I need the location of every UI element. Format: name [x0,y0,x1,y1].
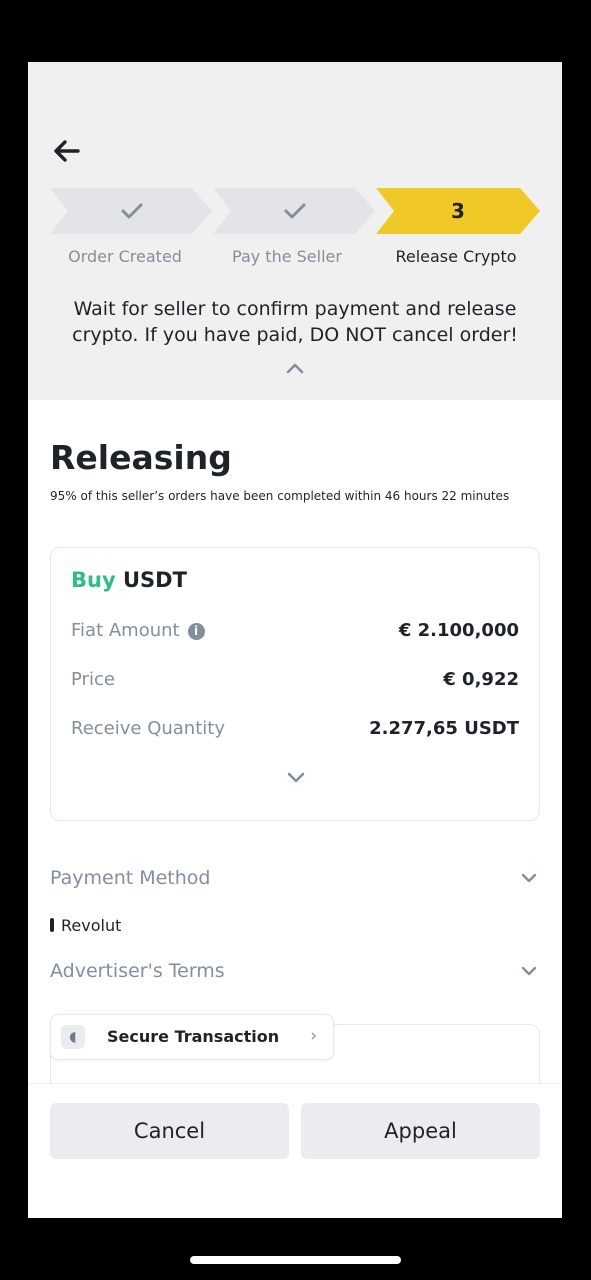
fiat-amount-row: Fiat Amount i € 2.100,000 [71,620,519,646]
receive-quantity-row: Receive Quantity 2.277,65 USDT [71,718,519,744]
order-screen: 3 Order Created Pay the Seller Release C… [28,62,562,1218]
step-label-order-created: Order Created [68,247,182,266]
step-release-crypto: 3 [376,188,540,234]
step-pay-seller [213,188,375,234]
advertiser-terms-label: Advertiser's Terms [50,960,225,982]
status-title: Releasing [50,438,232,477]
price-row: Price € 0,922 [71,669,519,695]
step-progress: 3 [50,188,540,236]
row-label: Fiat Amount i [71,620,205,641]
row-label: Price [71,669,115,690]
step-number: 3 [451,199,465,223]
step-order-created [50,188,212,234]
chevron-down-icon[interactable] [520,966,538,977]
secure-transaction-label: Secure Transaction [107,1027,280,1046]
chevron-right-icon: › [310,1026,317,1046]
order-heading: Buy USDT [71,568,187,592]
secure-transaction-link[interactable]: ◖ Secure Transaction › [50,1014,334,1060]
payment-method-name: Revolut [61,916,122,935]
row-label: Receive Quantity [71,718,225,739]
info-icon[interactable]: i [187,623,205,640]
price-value: € 0,922 [443,669,519,690]
back-arrow-icon[interactable] [50,134,84,168]
check-icon [284,203,306,219]
step-label-release-crypto: Release Crypto [395,247,517,266]
order-details-card: Buy USDT Fiat Amount i € 2.100,000 Price … [50,547,540,821]
chevron-down-icon[interactable] [520,873,538,884]
step-label-pay-seller: Pay the Seller [232,247,342,266]
fiat-amount-value: € 2.100,000 [398,620,519,641]
completion-info: 95% of this seller’s orders have been co… [50,489,510,503]
order-side: Buy [71,568,116,592]
receive-quantity-value: 2.277,65 USDT [369,718,519,739]
advertiser-terms-section[interactable]: Advertiser's Terms [50,960,538,988]
order-asset: USDT [122,568,187,592]
payment-method-section[interactable]: Payment Method [50,867,538,895]
payment-method-item: Revolut [50,916,121,935]
payment-color-bar [50,918,54,932]
check-icon [121,203,143,219]
appeal-button[interactable]: Appeal [301,1103,540,1159]
payment-method-label: Payment Method [50,867,211,889]
action-footer: Cancel Appeal [28,1083,562,1218]
status-notice: Wait for seller to confirm payment and r… [72,298,518,346]
home-indicator[interactable] [190,1256,401,1264]
cancel-button[interactable]: Cancel [50,1103,289,1159]
progress-header: 3 Order Created Pay the Seller Release C… [28,62,562,400]
chevron-up-icon[interactable] [285,362,305,374]
shield-icon: ◖ [61,1025,85,1049]
chevron-down-icon[interactable] [286,772,306,784]
